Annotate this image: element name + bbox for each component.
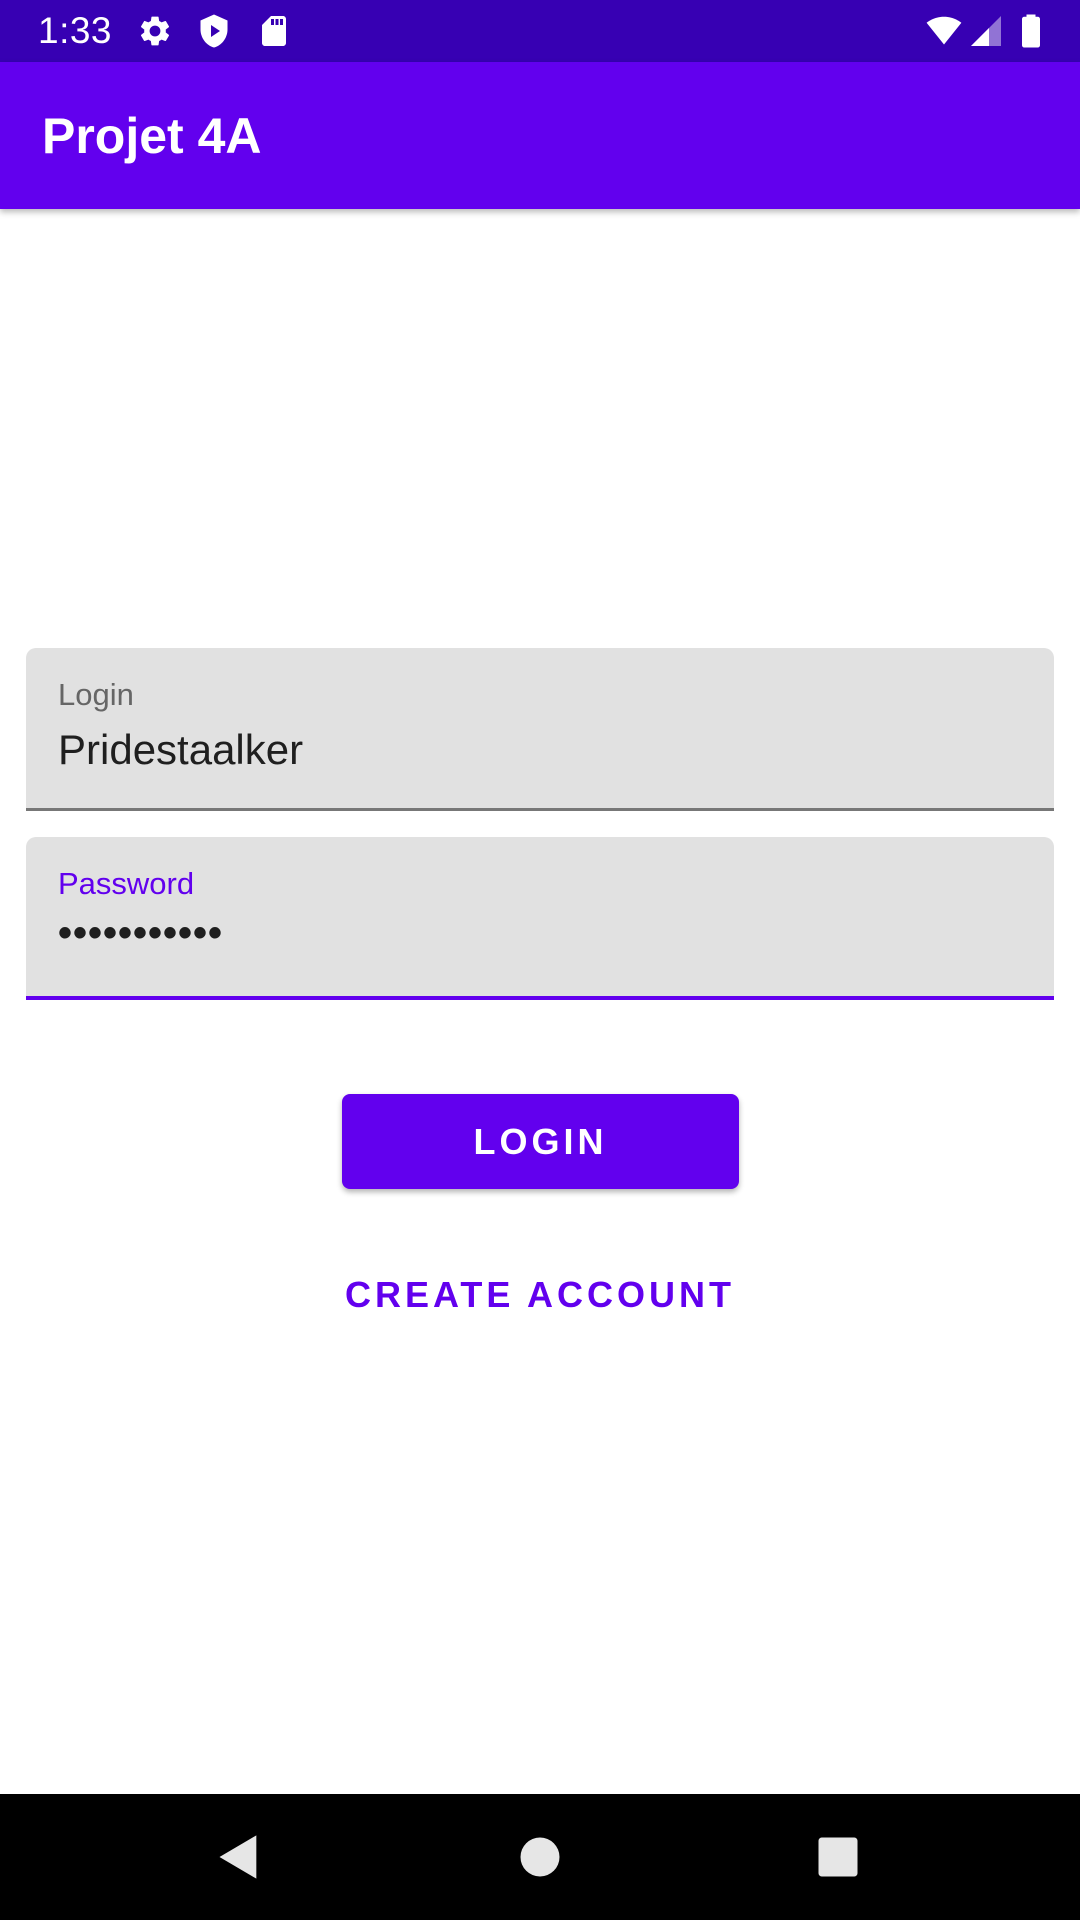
- sd-card-icon: [262, 16, 286, 46]
- login-button[interactable]: LOGIN: [342, 1094, 739, 1189]
- password-field-label: Password: [58, 866, 195, 901]
- app-bar: Projet 4A: [0, 62, 1080, 209]
- shield-play-icon: [200, 14, 228, 48]
- login-field-value[interactable]: Pridestaalker: [58, 726, 303, 774]
- password-field[interactable]: Password •••••••••••: [26, 837, 1054, 1000]
- create-account-button[interactable]: CREATE ACCOUNT: [240, 1268, 840, 1322]
- login-field[interactable]: Login Pridestaalker: [26, 648, 1054, 811]
- home-icon[interactable]: [514, 1831, 566, 1883]
- status-bar: 1:33: [0, 0, 1080, 62]
- wifi-icon: [926, 16, 962, 45]
- battery-icon: [1022, 14, 1040, 48]
- gear-icon: [140, 16, 170, 46]
- login-field-label: Login: [58, 677, 134, 712]
- back-icon[interactable]: [213, 1831, 265, 1883]
- navigation-bar: [0, 1794, 1080, 1920]
- status-time: 1:33: [38, 10, 113, 51]
- app-title: Projet 4A: [42, 108, 262, 164]
- recents-icon[interactable]: [812, 1831, 864, 1883]
- cell-signal-icon: [971, 16, 1001, 46]
- password-field-value[interactable]: •••••••••••: [58, 909, 223, 957]
